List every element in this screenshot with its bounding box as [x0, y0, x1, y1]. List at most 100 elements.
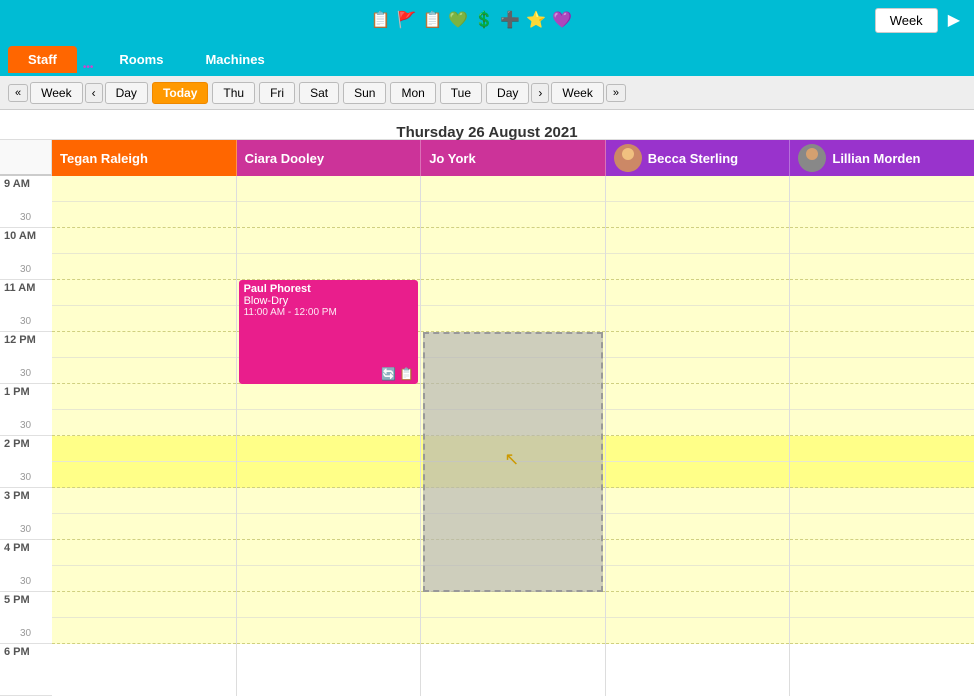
slot-col-lillian-4[interactable] [790, 280, 974, 306]
slot-col-becca-4[interactable] [606, 280, 790, 306]
slot-col-jo-4[interactable] [421, 280, 605, 306]
slot-col-lillian-9[interactable] [790, 410, 974, 436]
slot-col-ciara-11[interactable] [237, 462, 421, 488]
slot-col-tegan-8[interactable] [52, 384, 236, 410]
slot-col-tegan-13[interactable] [52, 514, 236, 540]
sun-button[interactable]: Sun [343, 82, 386, 104]
slot-col-tegan-1[interactable] [52, 202, 236, 228]
slot-col-becca-1[interactable] [606, 202, 790, 228]
tab-machines[interactable]: Machines [185, 46, 284, 73]
slot-col-ciara-2[interactable] [237, 228, 421, 254]
slot-col-tegan-10[interactable] [52, 436, 236, 462]
dollar-icon[interactable]: 💲 [474, 10, 494, 30]
double-prev-button[interactable]: « [8, 84, 28, 102]
slot-col-tegan-11[interactable] [52, 462, 236, 488]
ciara-col[interactable]: Paul Phorest Blow-Dry 11:00 AM - 12:00 P… [237, 176, 422, 696]
slot-col-jo-17[interactable] [421, 618, 605, 644]
slot-col-ciara-16[interactable] [237, 592, 421, 618]
mon-button[interactable]: Mon [390, 82, 435, 104]
slot-col-tegan-12[interactable] [52, 488, 236, 514]
expand-button[interactable]: ▶ [942, 8, 966, 32]
flag-icon[interactable]: 🚩 [397, 10, 417, 30]
slot-col-ciara-10[interactable] [237, 436, 421, 462]
slot-col-tegan-4[interactable] [52, 280, 236, 306]
slot-col-becca-9[interactable] [606, 410, 790, 436]
slot-col-ciara-0[interactable] [237, 176, 421, 202]
slot-col-jo-0[interactable] [421, 176, 605, 202]
slot-col-ciara-9[interactable] [237, 410, 421, 436]
week-view-button[interactable]: Week [875, 8, 938, 33]
slot-col-tegan-5[interactable] [52, 306, 236, 332]
star-icon[interactable]: ⭐ [526, 10, 546, 30]
slot-col-jo-3[interactable] [421, 254, 605, 280]
calendar-grid[interactable]: Paul Phorest Blow-Dry 11:00 AM - 12:00 P… [52, 176, 974, 696]
heart-icon[interactable]: 💚 [448, 10, 468, 30]
slot-col-becca-2[interactable] [606, 228, 790, 254]
lillian-col[interactable] [790, 176, 974, 696]
slot-col-jo-5[interactable] [421, 306, 605, 332]
slot-col-lillian-16[interactable] [790, 592, 974, 618]
refresh-icon[interactable]: 🔄 [381, 367, 396, 381]
slot-col-lillian-15[interactable] [790, 566, 974, 592]
sat-button[interactable]: Sat [299, 82, 339, 104]
slot-col-lillian-11[interactable] [790, 462, 974, 488]
selected-area[interactable]: ↖ [423, 332, 603, 592]
slot-col-lillian-10[interactable] [790, 436, 974, 462]
tab-staff[interactable]: Staff [8, 46, 77, 73]
week-nav-label[interactable]: Week [30, 82, 82, 104]
slot-col-lillian-6[interactable] [790, 332, 974, 358]
slot-col-becca-14[interactable] [606, 540, 790, 566]
slot-col-becca-5[interactable] [606, 306, 790, 332]
slot-col-ciara-1[interactable] [237, 202, 421, 228]
double-next-button[interactable]: » [606, 84, 626, 102]
slot-col-lillian-14[interactable] [790, 540, 974, 566]
tue-button[interactable]: Tue [440, 82, 482, 104]
week-nav2-label[interactable]: Week [551, 82, 603, 104]
slot-col-becca-11[interactable] [606, 462, 790, 488]
slot-col-tegan-7[interactable] [52, 358, 236, 384]
fri-button[interactable]: Fri [259, 82, 295, 104]
day-nav2-label[interactable]: Day [486, 82, 529, 104]
slot-col-becca-8[interactable] [606, 384, 790, 410]
slot-col-ciara-13[interactable] [237, 514, 421, 540]
heart2-icon[interactable]: 💜 [552, 10, 572, 30]
slot-col-lillian-1[interactable] [790, 202, 974, 228]
slot-col-becca-3[interactable] [606, 254, 790, 280]
slot-col-tegan-16[interactable] [52, 592, 236, 618]
tab-rooms[interactable]: Rooms [99, 46, 183, 73]
jo-col[interactable]: ↖ [421, 176, 606, 696]
today-button[interactable]: Today [152, 82, 208, 104]
clipboard2-icon[interactable]: 📋 [399, 367, 414, 381]
slot-col-becca-10[interactable] [606, 436, 790, 462]
slot-col-lillian-3[interactable] [790, 254, 974, 280]
next-button[interactable]: › [531, 83, 549, 103]
slot-col-becca-12[interactable] [606, 488, 790, 514]
slot-col-ciara-12[interactable] [237, 488, 421, 514]
slot-col-tegan-14[interactable] [52, 540, 236, 566]
slot-col-lillian-5[interactable] [790, 306, 974, 332]
slot-col-becca-17[interactable] [606, 618, 790, 644]
slot-col-ciara-15[interactable] [237, 566, 421, 592]
slot-col-lillian-2[interactable] [790, 228, 974, 254]
thu-button[interactable]: Thu [212, 82, 255, 104]
appointment-paul[interactable]: Paul Phorest Blow-Dry 11:00 AM - 12:00 P… [239, 280, 419, 384]
prev-button[interactable]: ‹ [85, 83, 103, 103]
slot-col-lillian-0[interactable] [790, 176, 974, 202]
slot-col-ciara-3[interactable] [237, 254, 421, 280]
calendar-wrapper[interactable]: 9 AM 30 10 AM 30 11 AM 30 12 PM 30 [0, 140, 974, 696]
slot-col-becca-15[interactable] [606, 566, 790, 592]
slot-col-tegan-3[interactable] [52, 254, 236, 280]
slot-col-lillian-7[interactable] [790, 358, 974, 384]
slot-col-ciara-8[interactable] [237, 384, 421, 410]
checklist-icon[interactable]: 📋 [423, 10, 443, 30]
slot-col-tegan-2[interactable] [52, 228, 236, 254]
plus-icon[interactable]: ➕ [500, 10, 520, 30]
slot-col-lillian-17[interactable] [790, 618, 974, 644]
slot-col-ciara-14[interactable] [237, 540, 421, 566]
clipboard-icon[interactable]: 📋 [371, 10, 391, 30]
slot-col-tegan-15[interactable] [52, 566, 236, 592]
slot-col-jo-2[interactable] [421, 228, 605, 254]
slot-col-jo-1[interactable] [421, 202, 605, 228]
slot-col-lillian-13[interactable] [790, 514, 974, 540]
becca-col[interactable] [606, 176, 791, 696]
